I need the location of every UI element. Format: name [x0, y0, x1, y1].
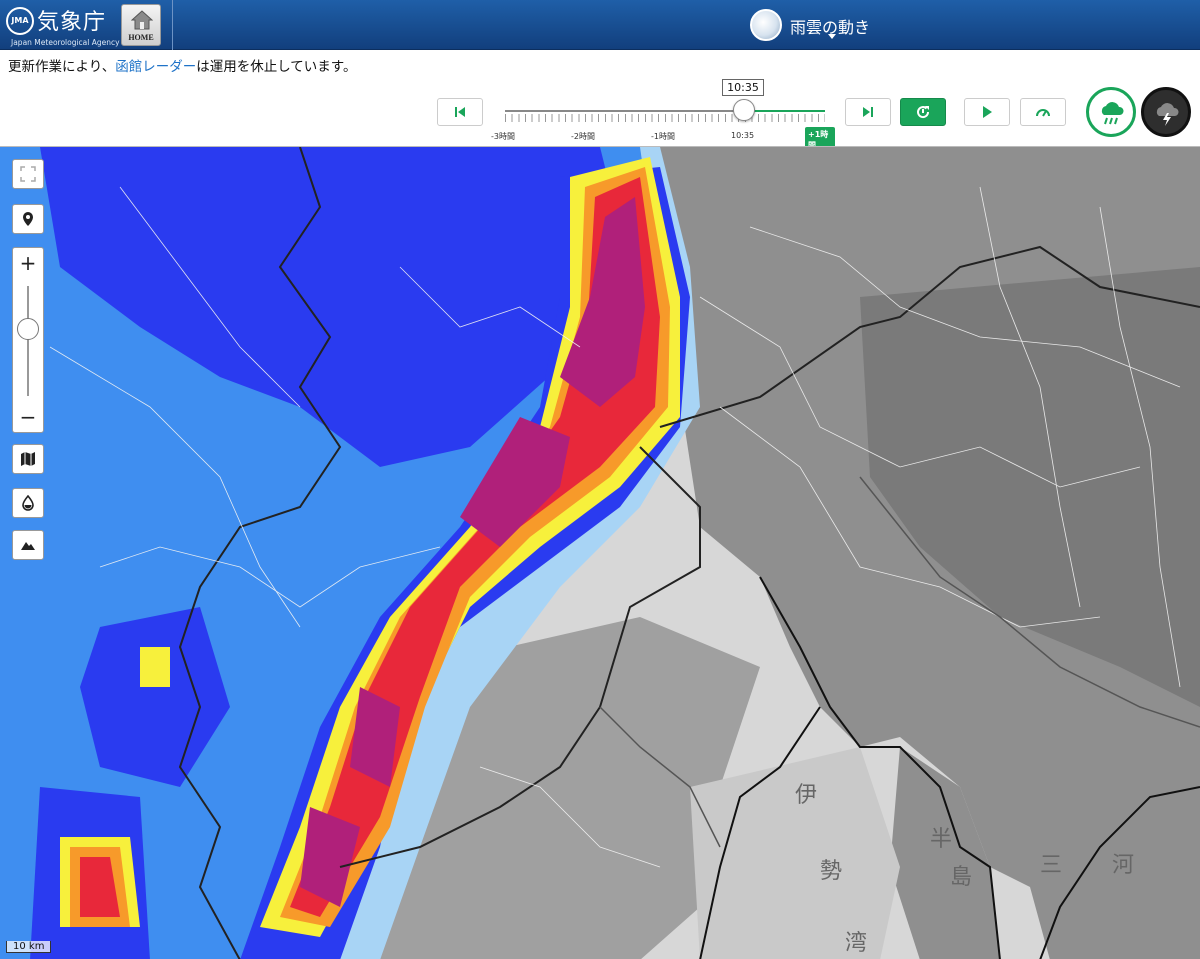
thunder-cloud-icon: [1156, 103, 1179, 126]
slider-ticks: [505, 114, 825, 122]
map-canvas[interactable]: [0, 147, 1200, 959]
tick-label: -1時間: [651, 132, 675, 141]
rain-cloud-icon: [1101, 102, 1124, 125]
map-scale: 10 km: [6, 941, 52, 953]
mountain-icon: [21, 542, 35, 550]
refresh-icon: [917, 106, 930, 119]
basemap-button[interactable]: [12, 444, 44, 474]
rain-mode-button[interactable]: [1086, 87, 1136, 137]
tick-label: -3時間: [491, 132, 515, 141]
current-time-label: 10:35: [722, 79, 764, 96]
logo-japanese-name: 気象庁: [37, 10, 107, 35]
skip-to-last-button[interactable]: [845, 98, 891, 126]
folded-map-icon: [21, 452, 35, 466]
map-label-wan: 湾: [845, 931, 868, 956]
map-label-mi: 三: [1040, 853, 1063, 878]
time-slider[interactable]: 10:35 -3時間 -2時間 -1時間 10:35 +1時間: [491, 78, 835, 153]
speedometer-icon: [1036, 109, 1050, 117]
header-divider: [172, 0, 173, 50]
play-button[interactable]: [964, 98, 1010, 126]
notice-prefix: 更新作業により、: [8, 59, 116, 75]
latest-refresh-button[interactable]: [900, 98, 946, 126]
home-label: HOME: [128, 33, 154, 42]
skip-last-icon: [863, 107, 873, 117]
globe-icon: [750, 9, 782, 41]
map-label-ise: 伊: [795, 783, 818, 808]
header-bar: JMA 気象庁 Japan Meteorological Agency HOME…: [0, 0, 1200, 50]
slider-track-future[interactable]: [745, 110, 825, 112]
zoom-in-button[interactable]: +: [13, 250, 43, 276]
zoom-out-button[interactable]: −: [13, 404, 43, 430]
skip-to-first-button[interactable]: [437, 98, 483, 126]
slider-thumb[interactable]: [733, 99, 755, 121]
rain-moderate-2: [140, 647, 170, 687]
map-pin-icon: [23, 212, 33, 226]
radar-map[interactable]: 伊 勢 湾 半 島 三 河 + − 10 km: [0, 146, 1200, 959]
skip-first-icon: [455, 107, 465, 117]
home-button[interactable]: HOME: [121, 4, 161, 46]
play-icon: [983, 106, 992, 118]
notice-suffix: は運用を休止しています。: [196, 59, 357, 75]
zoom-slider-thumb[interactable]: [17, 318, 39, 340]
map-label-to: 島: [950, 865, 973, 890]
map-label-han: 半: [930, 827, 953, 852]
logo-english-name: Japan Meteorological Agency: [11, 38, 120, 47]
tick-label: -2時間: [571, 132, 595, 141]
zoom-rail[interactable]: [27, 286, 29, 396]
tick-label: 10:35: [731, 131, 755, 140]
thunder-mode-button[interactable]: [1141, 87, 1191, 137]
map-label-se: 勢: [820, 859, 843, 884]
jma-logo[interactable]: JMA 気象庁 Japan Meteorological Agency: [6, 4, 120, 48]
locate-button[interactable]: [12, 204, 44, 234]
water-drop-icon: [22, 495, 34, 511]
map-label-kawa: 河: [1112, 853, 1135, 878]
notice-radar-link[interactable]: 函館レーダー: [115, 59, 196, 75]
fullscreen-button[interactable]: [12, 159, 44, 189]
zoom-control: + −: [12, 247, 44, 433]
chevron-down-icon: [828, 34, 836, 39]
house-icon: [131, 10, 153, 30]
water-layer-button[interactable]: [12, 488, 44, 518]
terrain-button[interactable]: [12, 530, 44, 560]
jma-emblem-icon: JMA: [6, 7, 34, 35]
fullscreen-icon: [20, 166, 36, 182]
maintenance-notice: 更新作業により、函館レーダーは運用を休止しています。: [8, 55, 356, 75]
speed-button[interactable]: [1020, 98, 1066, 126]
